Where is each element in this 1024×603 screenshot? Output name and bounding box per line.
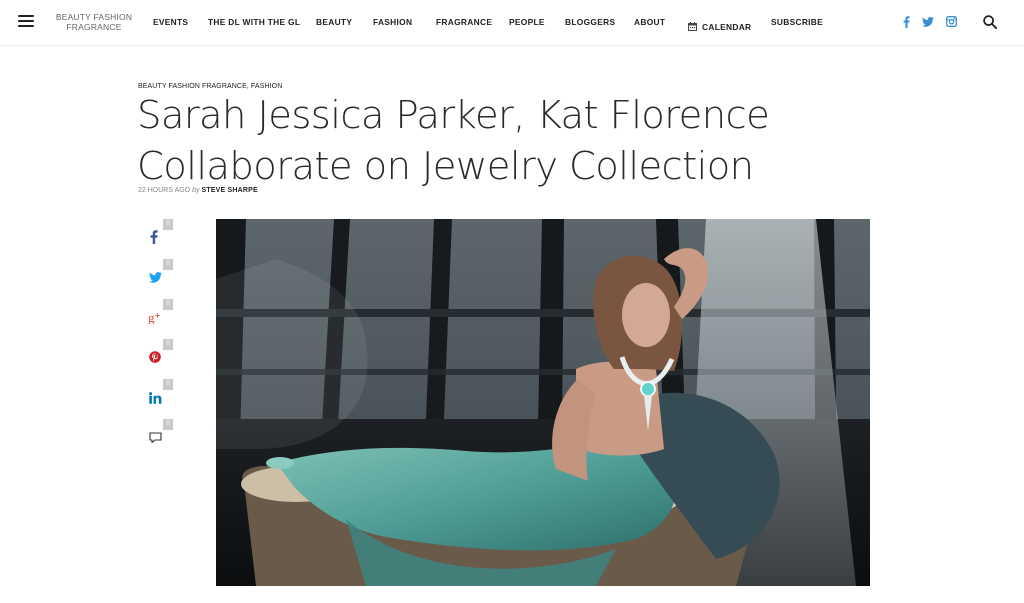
article-hero-image — [216, 219, 870, 586]
logo-line-1: BEAUTY FASHION — [55, 12, 133, 22]
site-logo[interactable]: BEAUTY FASHION FRAGRANCE — [54, 12, 134, 32]
nav-item-about[interactable]: ABOUT — [634, 17, 665, 27]
share-linkedin[interactable]: 0 — [138, 379, 178, 415]
logo-line-2: FRAGRANCE — [66, 22, 122, 32]
nav-item-fashion[interactable]: FASHION — [373, 17, 412, 27]
instagram-icon[interactable] — [946, 16, 957, 27]
article-byline: 22 HOURS AGO by STEVE SHARPE — [138, 187, 258, 194]
share-pinterest[interactable]: 0 — [138, 339, 178, 375]
top-nav-bar: BEAUTY FASHION FRAGRANCE EVENTS THE DL W… — [0, 0, 1024, 46]
share-count: 0 — [163, 259, 173, 270]
twitter-icon — [149, 272, 162, 283]
article-title: Sarah Jessica Parker, Kat Florence Colla… — [137, 90, 817, 192]
share-count: 0 — [163, 339, 173, 350]
facebook-icon[interactable] — [903, 16, 910, 28]
share-count: 0 — [163, 419, 173, 430]
nav-item-fragrance[interactable]: FRAGRANCE — [436, 17, 492, 27]
facebook-icon — [150, 230, 158, 244]
nav-item-beauty[interactable]: BEAUTY — [316, 17, 352, 27]
nav-item-events[interactable]: EVENTS — [153, 17, 188, 27]
share-count: 0 — [163, 219, 173, 230]
share-comment[interactable]: 0 — [138, 419, 178, 455]
nav-item-calendar[interactable]: CALENDAR — [688, 17, 751, 35]
hero-illustration — [216, 219, 870, 586]
share-google-plus[interactable]: g + 0 — [138, 299, 178, 335]
linkedin-icon — [149, 392, 162, 404]
share-facebook[interactable]: 0 — [138, 219, 178, 255]
svg-text:g: g — [148, 310, 155, 324]
nav-item-calendar-label[interactable]: CALENDAR — [702, 22, 751, 32]
svg-text:+: + — [155, 311, 160, 320]
pinterest-icon — [149, 351, 161, 363]
article-categories[interactable]: BEAUTY FASHION FRAGRANCE, FASHION — [138, 83, 282, 90]
nav-item-people[interactable]: PEOPLE — [509, 17, 545, 27]
menu-icon[interactable] — [18, 15, 34, 27]
comment-icon — [149, 432, 162, 444]
article-time: 22 HOURS AGO — [138, 187, 191, 194]
article-title-line-1: Sarah Jessica Parker, Kat Florence — [137, 93, 770, 138]
byline-by: by — [192, 187, 200, 194]
share-count: 0 — [163, 379, 173, 390]
calendar-icon — [688, 22, 697, 31]
article-author[interactable]: STEVE SHARPE — [201, 187, 257, 194]
article-title-line-2: Collaborate on Jewelry Collection — [137, 144, 754, 189]
nav-item-the-dl-with-the-gl[interactable]: THE DL WITH THE GL — [208, 17, 300, 27]
nav-item-bloggers[interactable]: BLOGGERS — [565, 17, 615, 27]
share-count: 0 — [163, 299, 173, 310]
google-plus-icon: g + — [148, 310, 160, 324]
search-icon[interactable] — [983, 15, 997, 29]
share-twitter[interactable]: 0 — [138, 259, 178, 295]
nav-item-subscribe[interactable]: SUBSCRIBE — [771, 17, 823, 27]
twitter-icon[interactable] — [922, 17, 934, 27]
